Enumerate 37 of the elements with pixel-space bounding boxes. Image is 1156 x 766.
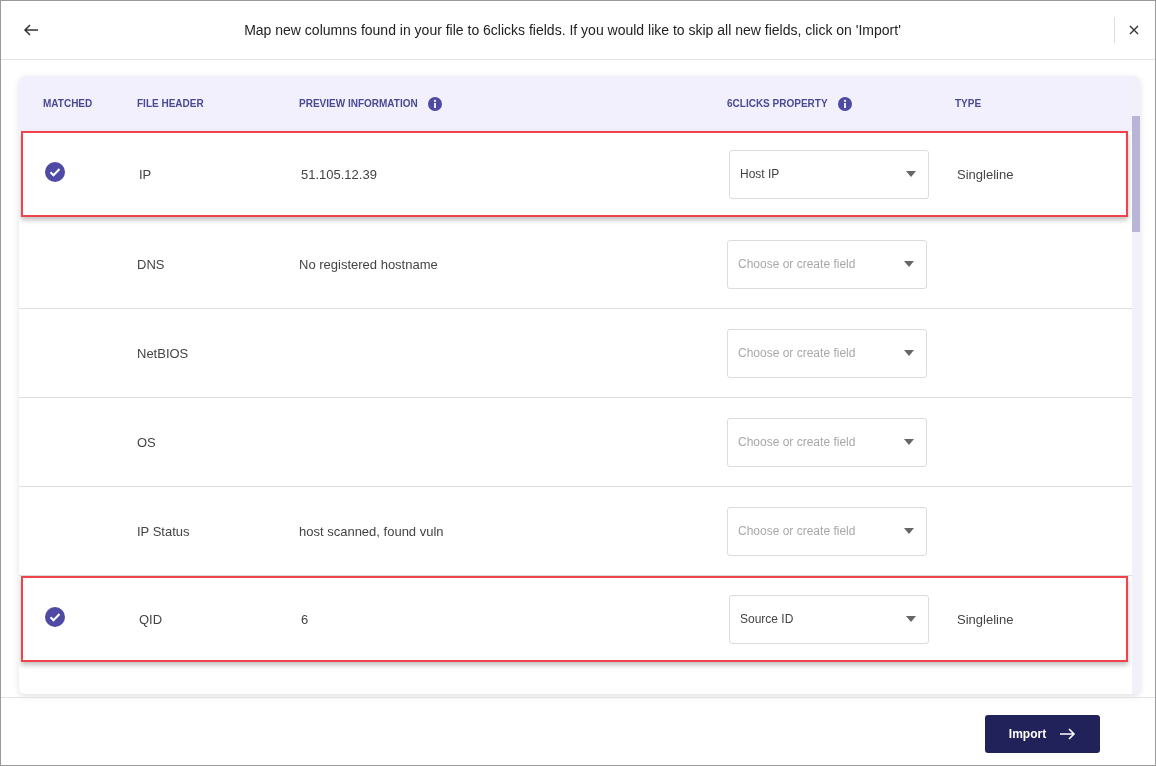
caret-icon <box>904 350 914 356</box>
property-dropdown[interactable]: Choose or create field <box>727 328 927 378</box>
caret-icon <box>904 261 914 267</box>
preview-cell: No registered hostname <box>299 257 438 272</box>
file-header-cell: OS <box>137 435 156 450</box>
import-button[interactable]: Import <box>985 715 1100 753</box>
column-header: PREVIEW INFORMATION <box>299 98 418 109</box>
info-icon[interactable] <box>427 96 442 111</box>
dialog-title: Map new columns found in your file to 6clicks fields. If you would like to skip all new fields, click on 'Import' <box>243 22 902 38</box>
preview-cell: 6 <box>301 612 309 627</box>
type-cell: Singleline <box>957 612 1014 627</box>
arrow-right-icon <box>1060 728 1077 740</box>
file-header-cell: DNS <box>137 257 165 272</box>
file-header-cell: IP Status <box>137 524 190 539</box>
close-button[interactable] <box>1127 23 1141 37</box>
preview-cell: 51.105.12.39 <box>301 167 377 182</box>
caret-icon <box>904 439 914 445</box>
property-dropdown[interactable]: Source ID <box>729 594 929 644</box>
column-header: TYPE <box>955 98 982 109</box>
property-dropdown[interactable]: Choose or create field <box>727 239 927 289</box>
caret-icon <box>904 528 914 534</box>
type-cell: Singleline <box>957 167 1014 182</box>
arrow-left-icon <box>23 22 39 38</box>
column-header: FILE HEADER <box>137 98 204 109</box>
property-dropdown[interactable]: Choose or create field <box>727 417 927 467</box>
file-header-cell: QID <box>139 612 163 627</box>
column-header: MATCHED <box>43 98 93 109</box>
file-header-cell: NetBIOS <box>137 346 189 361</box>
column-header: 6CLICKS PROPERTY <box>727 98 828 109</box>
info-icon[interactable] <box>837 96 852 111</box>
property-dropdown[interactable]: Choose or create field <box>727 506 927 556</box>
file-header-cell: IP <box>139 167 152 182</box>
preview-cell: host scanned, found vuln <box>299 524 444 539</box>
caret-icon <box>906 616 916 622</box>
close-icon <box>1129 25 1139 35</box>
caret-icon <box>906 171 916 177</box>
property-dropdown[interactable]: Host IP <box>729 149 929 199</box>
